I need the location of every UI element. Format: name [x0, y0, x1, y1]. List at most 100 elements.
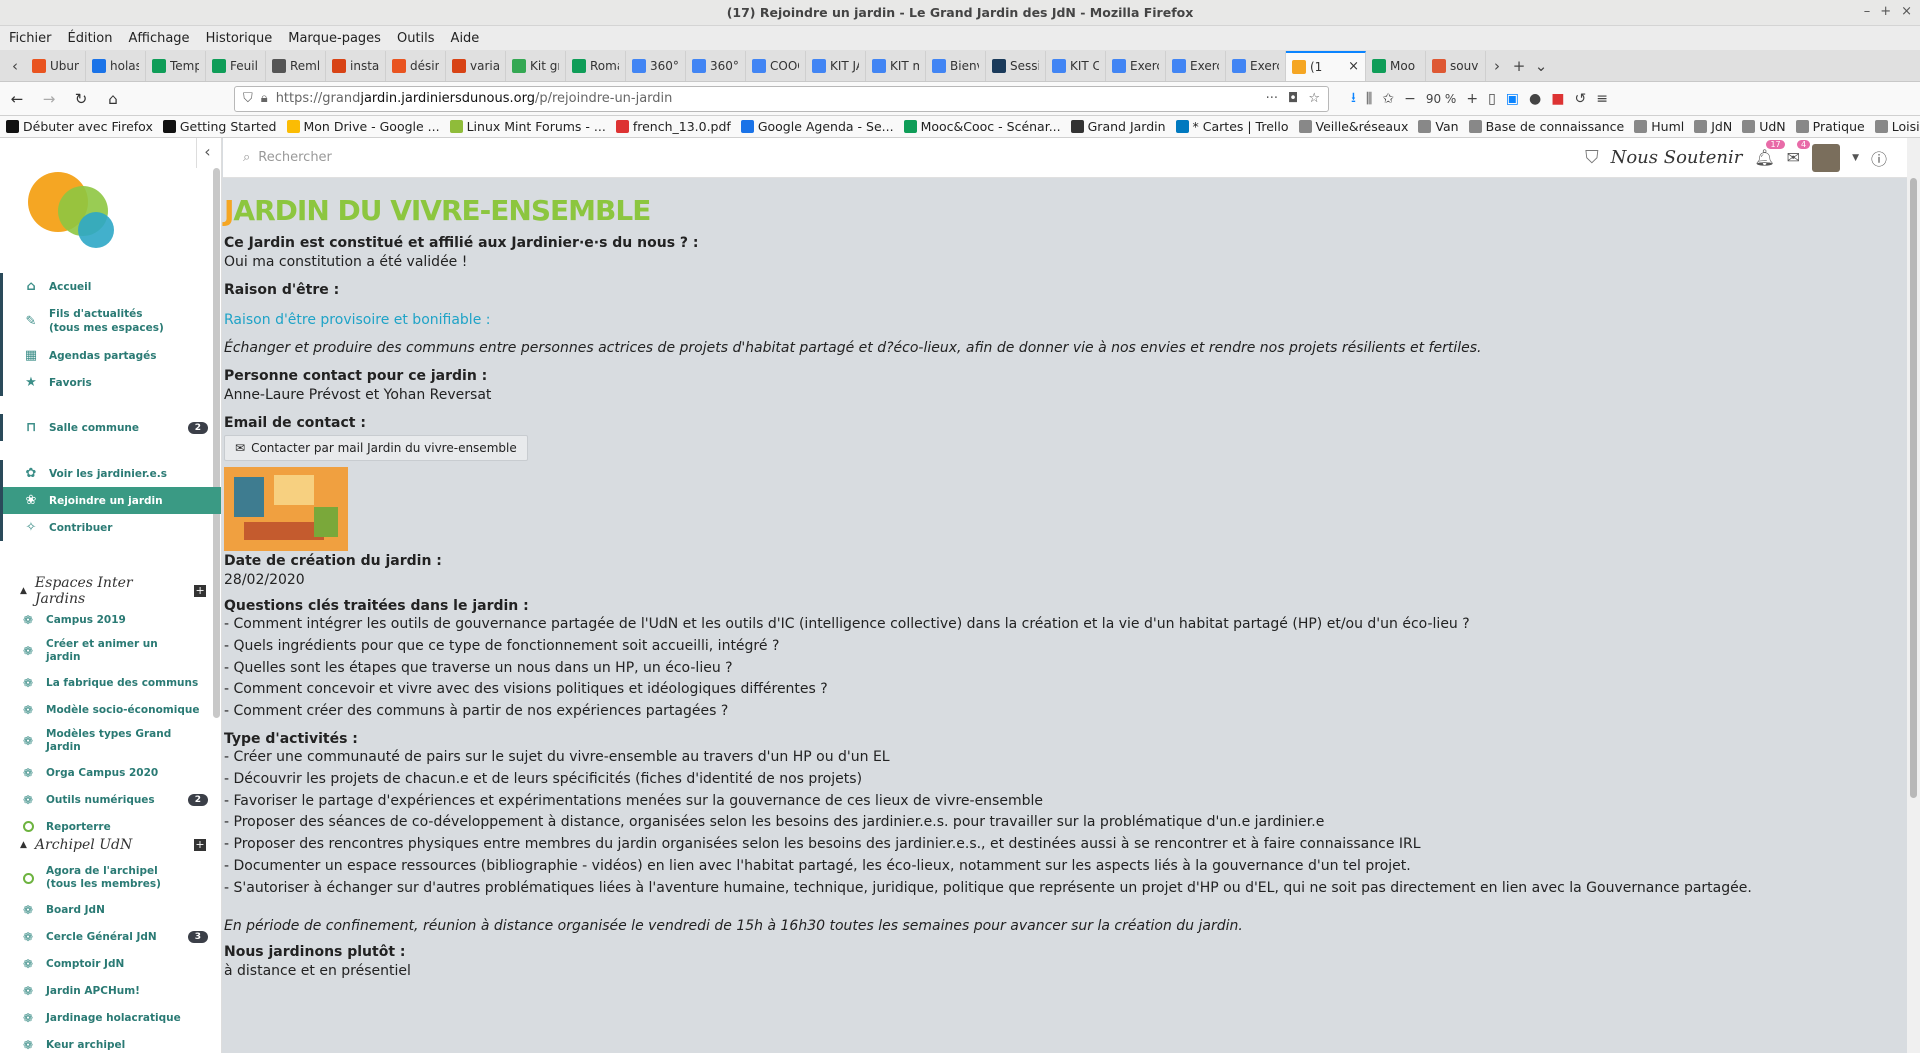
- bookmark-item[interactable]: Base de connaissance: [1468, 119, 1624, 134]
- tab[interactable]: Exerc: [1166, 50, 1226, 81]
- sidebar-item[interactable]: ✎ Fils d'actualités (tous mes espaces): [0, 300, 221, 342]
- bookmark-item[interactable]: * Cartes | Trello: [1175, 119, 1289, 134]
- tab-active[interactable]: (1 ×: [1286, 50, 1366, 81]
- bell-icon[interactable]: 🔔︎ 17: [1754, 140, 1785, 167]
- help-icon[interactable]: ⓘ: [1871, 146, 1887, 170]
- new-tab-button[interactable]: +: [1508, 57, 1530, 75]
- close-window-button[interactable]: ×: [1901, 4, 1912, 19]
- mail-icon[interactable]: ✉ 4: [1787, 140, 1811, 167]
- add-space-icon[interactable]: +: [194, 839, 206, 851]
- space-item[interactable]: ❁ Comptoir JdN: [0, 950, 221, 977]
- menu-affichage[interactable]: Affichage: [125, 31, 192, 46]
- menu-aide[interactable]: Aide: [448, 31, 483, 46]
- space-item[interactable]: ❁ Board JdN: [0, 896, 221, 923]
- collapse-sidebar-chevron-icon[interactable]: ‹: [196, 138, 218, 168]
- search-box[interactable]: ⌕ Rechercher: [243, 150, 332, 165]
- menu-hamburger-icon[interactable]: ≡: [1596, 91, 1608, 107]
- sidebar-toggle-icon[interactable]: ▯: [1488, 91, 1496, 107]
- tab[interactable]: Kit gr: [506, 50, 566, 81]
- bookmark-item[interactable]: Mooc&Cooc - Scénar...: [903, 119, 1061, 134]
- tab[interactable]: KIT JA: [806, 50, 866, 81]
- library-icon[interactable]: ⫼: [1366, 91, 1372, 107]
- bookmark-star-icon[interactable]: ☆: [1308, 91, 1320, 106]
- sidebar-item[interactable]: ★ Favoris: [0, 369, 221, 396]
- bookmark-item[interactable]: Van: [1418, 119, 1459, 134]
- avatar[interactable]: [1812, 143, 1841, 172]
- sidebar-item[interactable]: ✧ Contribuer: [0, 514, 221, 541]
- add-space-icon[interactable]: +: [194, 585, 206, 597]
- screenshot-icon[interactable]: ▣: [1506, 91, 1519, 107]
- bookmark-item[interactable]: Pratique: [1795, 119, 1865, 134]
- space-item[interactable]: ❁ Modèle socio-économique: [0, 696, 221, 723]
- forward-arrow-icon[interactable]: →: [38, 90, 60, 108]
- tab[interactable]: instal: [326, 50, 386, 81]
- sidebar-item[interactable]: ❀ Rejoindre un jardin: [0, 487, 221, 514]
- tab[interactable]: varian: [446, 50, 506, 81]
- tab[interactable]: désin: [386, 50, 446, 81]
- bookmark-item[interactable]: Linux Mint Forums - ...: [449, 119, 606, 134]
- pocket-icon[interactable]: ◘: [1288, 91, 1298, 106]
- menu-historique[interactable]: Historique: [203, 31, 276, 46]
- extension-icon[interactable]: ●: [1529, 91, 1541, 107]
- maximize-button[interactable]: +: [1880, 4, 1891, 19]
- bookmark-item[interactable]: Mon Drive - Google ...: [286, 119, 440, 134]
- contact-mail-button[interactable]: ✉ Contacter par mail Jardin du vivre-ens…: [224, 435, 528, 461]
- tab[interactable]: KIT Cl: [1046, 50, 1106, 81]
- space-item[interactable]: ❁ Créer et animer un jardin: [0, 633, 221, 669]
- zoom-out-icon[interactable]: −: [1404, 91, 1416, 107]
- space-item[interactable]: ❁ La fabrique des communs: [0, 669, 221, 696]
- search-input[interactable]: Rechercher: [258, 150, 332, 165]
- tab[interactable]: 360° c: [626, 50, 686, 81]
- menu-outils[interactable]: Outils: [394, 31, 438, 46]
- soutenir-icon[interactable]: ⛉: [1585, 147, 1599, 168]
- tab[interactable]: Roma: [566, 50, 626, 81]
- space-item[interactable]: ❁ Jardinage holacratique: [0, 1004, 221, 1031]
- chevron-down-icon[interactable]: ▼: [1852, 153, 1859, 163]
- bookmarks-menu-icon[interactable]: ✩: [1382, 91, 1394, 107]
- section-header-archipel[interactable]: ▲ Archipel UdN +: [0, 830, 221, 860]
- zoom-level[interactable]: 90 %: [1426, 92, 1457, 106]
- sidebar-item[interactable]: ✿ Voir les jardinier.e.s: [0, 460, 221, 487]
- tab[interactable]: souve: [1426, 50, 1486, 81]
- tab[interactable]: 360° c: [686, 50, 746, 81]
- reload-icon[interactable]: ↻: [70, 90, 92, 108]
- space-item[interactable]: ❁ Orga Campus 2020: [0, 759, 221, 786]
- menu-fichier[interactable]: Fichier: [6, 31, 55, 46]
- page-scrollbar[interactable]: [1907, 138, 1920, 1053]
- tab[interactable]: Sessio: [986, 50, 1046, 81]
- tab[interactable]: Exerc: [1226, 50, 1286, 81]
- bookmark-item[interactable]: Google Agenda - Se...: [740, 119, 894, 134]
- download-icon[interactable]: ⭳: [1351, 87, 1356, 111]
- extension-sync-icon[interactable]: ↺: [1574, 91, 1586, 107]
- bookmark-item[interactable]: JdN: [1694, 119, 1732, 134]
- bookmark-item[interactable]: Grand Jardin: [1070, 119, 1166, 134]
- space-item[interactable]: ❁ Campus 2019: [0, 606, 221, 633]
- shield-icon[interactable]: ⛉: [243, 91, 253, 106]
- bookmark-item[interactable]: Getting Started: [162, 119, 277, 134]
- tab[interactable]: KIT m: [866, 50, 926, 81]
- soutenir-link[interactable]: Nous Soutenir: [1611, 147, 1743, 168]
- tab[interactable]: Moo: [1366, 50, 1426, 81]
- back-arrow-icon[interactable]: ←: [6, 90, 28, 108]
- tab[interactable]: Remb: [266, 50, 326, 81]
- space-item[interactable]: ❁ Jardin APCHum!: [0, 977, 221, 1004]
- tab[interactable]: Bienv: [926, 50, 986, 81]
- minimize-button[interactable]: –: [1864, 4, 1871, 19]
- jdn-logo[interactable]: [18, 156, 198, 256]
- tab[interactable]: holasp: [86, 50, 146, 81]
- collapse-triangle-icon[interactable]: ▲: [20, 840, 27, 850]
- section-header-inter-jardins[interactable]: ▲ Espaces Inter Jardins +: [0, 575, 221, 607]
- address-bar[interactable]: ⛉ 🔒︎ https://grandjardin.jardiniersdunou…: [234, 85, 1329, 112]
- space-item[interactable]: ❁ Cercle Général JdN 3: [0, 923, 221, 950]
- bookmark-item[interactable]: Loisirs: [1874, 119, 1920, 134]
- tab[interactable]: Exerc: [1106, 50, 1166, 81]
- bookmark-item[interactable]: UdN: [1742, 119, 1786, 134]
- space-item[interactable]: Agora de l'archipel (tous les membres): [0, 860, 221, 896]
- url-text[interactable]: https://grandjardin.jardiniersdunous.org…: [276, 91, 1258, 106]
- tab[interactable]: Ubun: [26, 50, 86, 81]
- sidebar-item-salle-commune[interactable]: ⊓ Salle commune 2: [0, 414, 221, 441]
- bookmark-item[interactable]: Huml: [1634, 119, 1684, 134]
- lock-icon[interactable]: 🔒︎: [261, 91, 268, 106]
- tab[interactable]: Temp: [146, 50, 206, 81]
- tab-list-button[interactable]: ⌄: [1530, 57, 1552, 75]
